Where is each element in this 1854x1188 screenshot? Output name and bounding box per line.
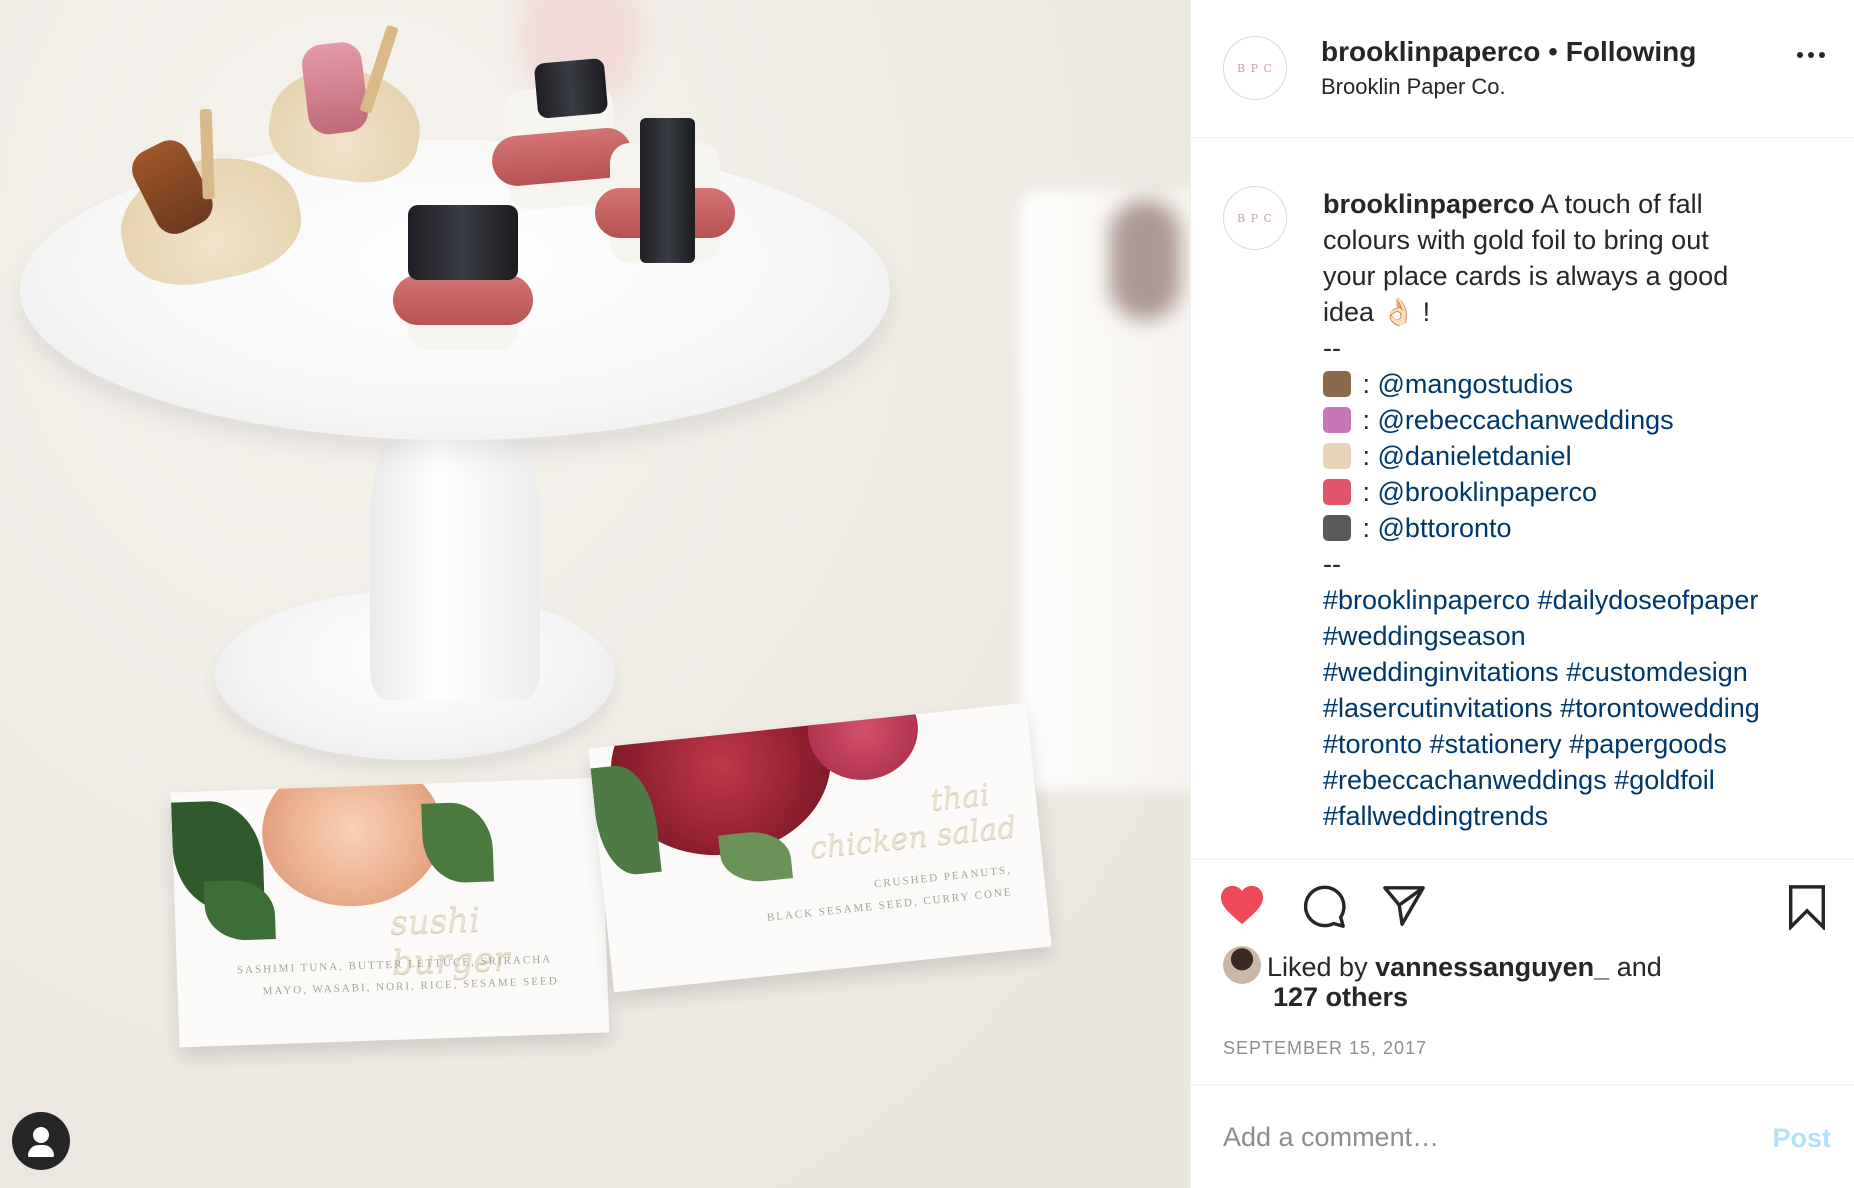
hashtag-link[interactable]: #dailydoseofpaper — [1538, 585, 1759, 615]
credit-line: : @rebeccachanweddings — [1323, 402, 1823, 438]
hashtag-link[interactable]: #goldfoil — [1614, 765, 1715, 795]
hashtag-link[interactable]: #torontowedding — [1560, 693, 1760, 723]
hashtag-line: #weddingseason — [1323, 618, 1823, 654]
post-header: B P C brooklinpaperco • Following Brookl… — [1191, 0, 1854, 138]
caption-section: B P C brooklinpaperco A touch of fall co… — [1191, 138, 1854, 860]
card-title: chicken salad — [808, 809, 1019, 866]
liker-avatar[interactable] — [1223, 946, 1261, 984]
comment-bar: Post — [1191, 1084, 1854, 1188]
credits-list: : @mangostudios : @rebeccachanweddings :… — [1323, 366, 1823, 546]
mention-link[interactable]: @danieletdaniel — [1378, 441, 1572, 471]
mention-link[interactable]: @rebeccachanweddings — [1378, 405, 1674, 435]
caption-line: A touch of fall — [1540, 189, 1703, 219]
header-username-link[interactable]: brooklinpaperco — [1321, 36, 1540, 67]
caption-first-line: brooklinpaperco A touch of fall — [1323, 186, 1823, 222]
hashtag-link[interactable]: #toronto — [1323, 729, 1422, 759]
place-card-sushi-burger: sushi burger sashimi tuna, butter lettuc… — [170, 777, 610, 1048]
hashtag-link[interactable]: #papergoods — [1569, 729, 1727, 759]
hashtag-link[interactable]: #customdesign — [1566, 657, 1748, 687]
caption-line: idea 👌🏻 ! — [1323, 297, 1431, 327]
hashtag-line: #fallweddingtrends — [1323, 798, 1823, 834]
tagged-people-button[interactable] — [12, 1112, 70, 1170]
camera-flash-icon — [1323, 371, 1351, 397]
mention-link[interactable]: @mangostudios — [1378, 369, 1574, 399]
credit-separator: : — [1355, 441, 1378, 471]
avatar-monogram: B P C — [1237, 211, 1273, 225]
location-link[interactable]: Brooklin Paper Co. — [1321, 74, 1506, 100]
caption-username-link[interactable]: brooklinpaperco — [1323, 189, 1535, 219]
comment-input[interactable] — [1223, 1111, 1723, 1163]
comment-bubble-icon — [1303, 885, 1346, 928]
mention-link[interactable]: @bttoronto — [1378, 513, 1512, 543]
hashtag-line: #brooklinpaperco #dailydoseofpaper — [1323, 582, 1823, 618]
comment-button[interactable] — [1301, 884, 1347, 935]
credit-line: : @bttoronto — [1323, 510, 1823, 546]
caption-line: your place cards is always a good — [1323, 261, 1729, 291]
header-user-line: brooklinpaperco • Following — [1321, 36, 1696, 68]
caption-divider: -- — [1323, 549, 1341, 579]
hashtag-link[interactable]: #weddinginvitations — [1323, 657, 1559, 687]
hashtag-link[interactable]: #rebeccachanweddings — [1323, 765, 1607, 795]
user-icon — [33, 1127, 49, 1143]
paper-plane-icon — [1383, 886, 1425, 926]
blurred-food — [1110, 200, 1180, 320]
profile-avatar[interactable]: B P C — [1223, 36, 1287, 100]
action-bar — [1191, 860, 1854, 960]
liker-username-link[interactable]: vannessanguyen_ — [1375, 952, 1609, 982]
television-icon — [1323, 515, 1351, 541]
credit-separator: : — [1355, 405, 1378, 435]
hashtag-line: #rebeccachanweddings #goldfoil — [1323, 762, 1823, 798]
save-button[interactable] — [1787, 884, 1827, 935]
caption-line: colours with gold foil to bring out — [1323, 225, 1709, 255]
share-button[interactable] — [1381, 884, 1427, 933]
caption-avatar[interactable]: B P C — [1223, 186, 1287, 250]
credit-line: : @danieletdaniel — [1323, 438, 1823, 474]
credit-separator: : — [1355, 513, 1378, 543]
post-photo[interactable]: sushi burger sashimi tuna, butter lettuc… — [0, 0, 1190, 1188]
bookmark-icon — [1788, 885, 1826, 932]
credit-separator: : — [1355, 369, 1378, 399]
separator-dot: • — [1548, 36, 1558, 67]
post-side-panel: B P C brooklinpaperco • Following Brookl… — [1190, 0, 1854, 1188]
credit-separator: : — [1355, 477, 1378, 507]
hashtag-link[interactable]: #lasercutinvitations — [1323, 693, 1553, 723]
like-button[interactable] — [1219, 884, 1265, 931]
caption-text: brooklinpaperco A touch of fall colours … — [1323, 186, 1823, 834]
hashtag-link[interactable]: #fallweddingtrends — [1323, 801, 1548, 831]
more-options-icon[interactable] — [1797, 52, 1825, 58]
heart-filled-icon — [1221, 885, 1263, 925]
sushi-burger — [595, 118, 735, 263]
hashtag-line: #lasercutinvitations #torontowedding — [1323, 690, 1823, 726]
post-date[interactable]: SEPTEMBER 15, 2017 — [1223, 1038, 1427, 1059]
hashtag-list: #brooklinpaperco #dailydoseofpaper #weddi… — [1323, 582, 1823, 834]
avatar-monogram: B P C — [1237, 61, 1273, 75]
likes-count-link[interactable]: 127 others — [1273, 982, 1408, 1013]
hashtag-link[interactable]: #weddingseason — [1323, 621, 1526, 651]
caption-divider: -- — [1323, 333, 1341, 363]
cake-stand-stem — [370, 400, 540, 700]
credit-line: : @brooklinpaperco — [1323, 474, 1823, 510]
liked-by-suffix: and — [1616, 952, 1662, 982]
hashtag-link[interactable]: #stationery — [1430, 729, 1562, 759]
hashtag-line: #weddinginvitations #customdesign — [1323, 654, 1823, 690]
following-button[interactable]: Following — [1566, 36, 1697, 67]
mention-link[interactable]: @brooklinpaperco — [1378, 477, 1598, 507]
love-letter-icon — [1323, 479, 1351, 505]
place-card-thai-chicken-salad: thai chicken salad crushed peanuts, blac… — [588, 702, 1052, 993]
hashtag-line: #toronto #stationery #papergoods — [1323, 726, 1823, 762]
sushi-burger — [490, 57, 634, 212]
post-comment-button[interactable]: Post — [1772, 1123, 1831, 1154]
sushi-burger — [393, 205, 533, 350]
liked-by-prefix: Liked by — [1267, 952, 1368, 982]
credit-line: : @mangostudios — [1323, 366, 1823, 402]
woman-tipping-hand-icon — [1323, 407, 1351, 433]
chef-icon — [1323, 443, 1351, 469]
liked-by-line: Liked by vannessanguyen_ and — [1223, 946, 1662, 985]
hashtag-link[interactable]: #brooklinpaperco — [1323, 585, 1530, 615]
